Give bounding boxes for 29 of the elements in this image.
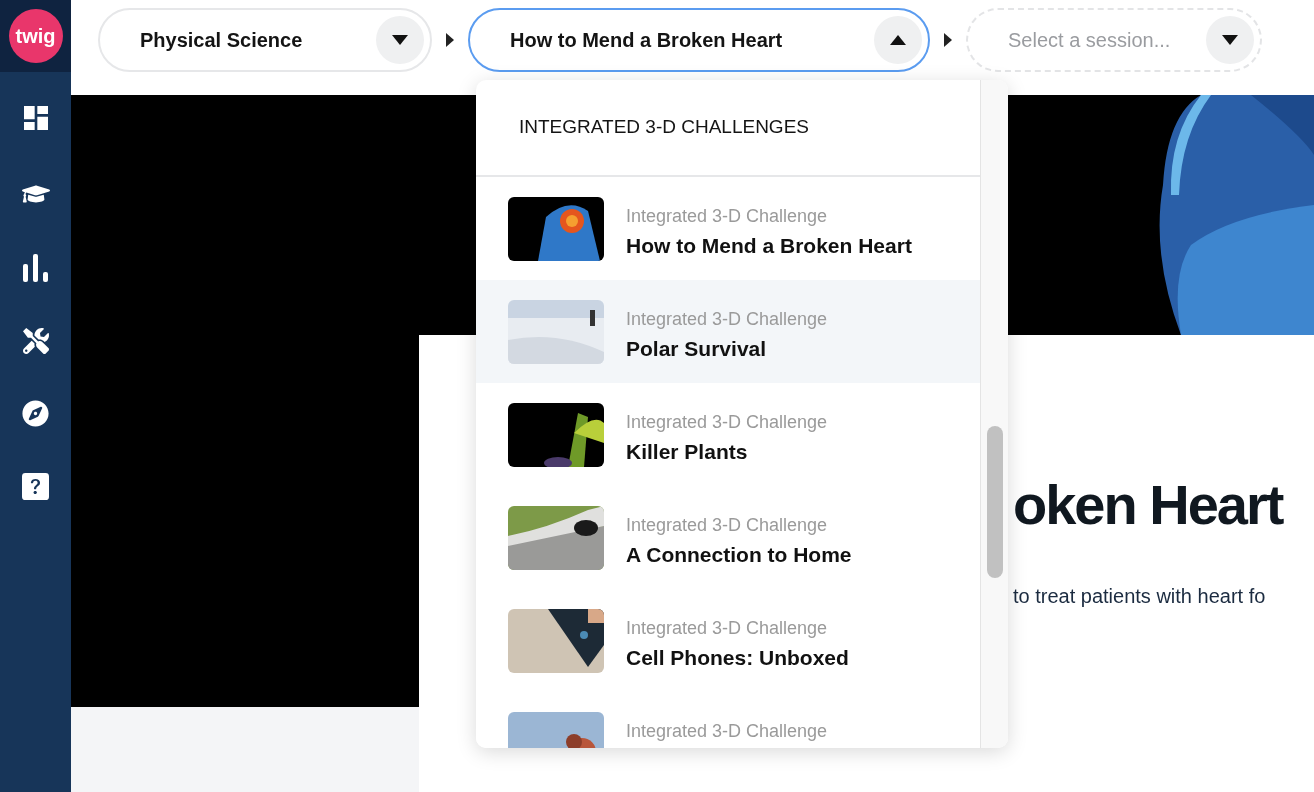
item-subtitle: Integrated 3-D Challenge bbox=[626, 617, 829, 640]
chevron-icon bbox=[446, 33, 454, 47]
caret-icon bbox=[1222, 35, 1238, 45]
compass-icon[interactable] bbox=[22, 400, 49, 427]
select-value: Physical Science bbox=[140, 28, 303, 53]
select-value: How to Mend a Broken Heart bbox=[510, 28, 783, 53]
caret-icon bbox=[392, 35, 408, 45]
caret-button[interactable] bbox=[376, 16, 424, 64]
bar-chart-icon[interactable] bbox=[22, 254, 49, 282]
item-title: Killer Plants bbox=[626, 439, 749, 465]
caret-button[interactable] bbox=[1206, 16, 1254, 64]
chevron-icon bbox=[944, 33, 952, 47]
breadcrumb-select[interactable]: How to Mend a Broken Heart bbox=[468, 8, 930, 72]
item-title: A Connection to Home bbox=[626, 542, 852, 568]
help-icon[interactable] bbox=[22, 473, 49, 500]
tools-icon[interactable] bbox=[22, 328, 49, 354]
item-subtitle: Integrated 3-D Challenge bbox=[626, 720, 828, 743]
caret-button[interactable] bbox=[874, 16, 922, 64]
scrollbar-thumb[interactable] bbox=[986, 426, 1003, 578]
caret-icon bbox=[890, 35, 906, 45]
description-text: to treat patients with heart fo bbox=[1013, 584, 1267, 609]
item-title: Polar Survival bbox=[626, 336, 768, 362]
page-heading: oken Heart bbox=[1013, 477, 1284, 533]
logo[interactable]: twig bbox=[8, 9, 63, 63]
item-subtitle: Integrated 3-D Challenge bbox=[626, 411, 828, 434]
item-subtitle: Integrated 3-D Challenge bbox=[626, 514, 829, 537]
placeholder-text: Select a session... bbox=[1008, 28, 1171, 53]
item-title: Cell Phones: Unboxed bbox=[626, 645, 849, 671]
breadcrumb-select[interactable]: Physical Science bbox=[98, 8, 432, 72]
